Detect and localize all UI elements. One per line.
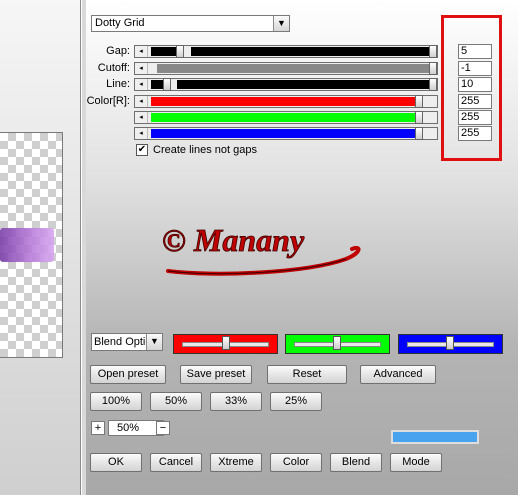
ok-button[interactable]: OK — [90, 453, 142, 472]
preview-image — [0, 228, 54, 262]
highlight-box — [441, 15, 502, 161]
green-channel-slider[interactable] — [285, 334, 390, 354]
cutoff-slider-thumb[interactable] — [429, 62, 437, 75]
create-lines-checkbox[interactable]: ✔ — [136, 144, 148, 156]
color-r-label: Color[R]: — [86, 95, 130, 107]
preview-canvas[interactable] — [0, 132, 63, 358]
zoom-25-button[interactable]: 25% — [270, 392, 322, 411]
arrow-left-icon[interactable]: ◂ — [135, 96, 148, 107]
line-slider[interactable]: ◂ — [134, 78, 438, 91]
line-label: Line: — [106, 78, 130, 90]
open-preset-button[interactable]: Open preset — [90, 365, 166, 384]
gap-slider-end-thumb[interactable] — [429, 45, 437, 58]
chevron-down-icon[interactable]: ▼ — [146, 334, 162, 350]
line-slider-thumb[interactable] — [163, 78, 171, 91]
color-g-slider-thumb[interactable] — [415, 111, 423, 124]
blend-options-value: Blend Optio — [94, 336, 148, 348]
blue-channel-thumb[interactable] — [446, 336, 454, 350]
color-button[interactable]: Color — [270, 453, 322, 472]
zoom-out-button[interactable]: − — [156, 421, 170, 435]
color-r-slider[interactable]: ◂ — [134, 95, 438, 108]
filter-panel: Dotty Grid ▼ Gap: ◂ 5 Cutoff: ◂ -1 Line:… — [86, 0, 518, 495]
green-channel-thumb[interactable] — [333, 336, 341, 350]
color-r-slider-thumb[interactable] — [415, 95, 423, 108]
red-channel-thumb[interactable] — [222, 336, 230, 350]
arrow-left-icon[interactable]: ◂ — [135, 128, 148, 139]
blend-button[interactable]: Blend — [330, 453, 382, 472]
mode-button[interactable]: Mode — [390, 453, 442, 472]
watermark-logo: © Manany — [162, 222, 361, 276]
blend-options-select[interactable]: Blend Optio ▼ — [91, 333, 163, 351]
watermark-text: © Manany — [162, 222, 305, 258]
zoom-50-button[interactable]: 50% — [150, 392, 202, 411]
color-b-slider[interactable]: ◂ — [134, 127, 438, 140]
progress-bar — [391, 430, 479, 444]
arrow-left-icon[interactable]: ◂ — [135, 79, 148, 90]
preset-dropdown-value: Dotty Grid — [95, 17, 145, 29]
line-slider-end-thumb[interactable] — [429, 78, 437, 91]
zoom-33-button[interactable]: 33% — [210, 392, 262, 411]
xtreme-button[interactable]: Xtreme — [210, 453, 262, 472]
advanced-button[interactable]: Advanced — [360, 365, 436, 384]
reset-button[interactable]: Reset — [267, 365, 347, 384]
gap-slider[interactable]: ◂ — [134, 45, 438, 58]
blue-channel-slider[interactable] — [398, 334, 503, 354]
zoom-100-button[interactable]: 100% — [90, 392, 142, 411]
left-panel — [0, 0, 81, 495]
save-preset-button[interactable]: Save preset — [180, 365, 252, 384]
arrow-left-icon[interactable]: ◂ — [135, 112, 148, 123]
color-g-slider[interactable]: ◂ — [134, 111, 438, 124]
color-b-slider-thumb[interactable] — [415, 127, 423, 140]
gap-slider-thumb[interactable] — [176, 45, 184, 58]
preset-dropdown[interactable]: Dotty Grid ▼ — [91, 15, 290, 32]
chevron-down-icon[interactable]: ▼ — [273, 16, 289, 31]
gap-label: Gap: — [106, 45, 130, 57]
create-lines-label: Create lines not gaps — [153, 144, 257, 156]
arrow-left-icon[interactable]: ◂ — [135, 63, 148, 74]
check-icon: ✔ — [137, 144, 147, 155]
cutoff-label: Cutoff: — [97, 62, 130, 74]
red-channel-slider[interactable] — [173, 334, 278, 354]
cutoff-slider[interactable]: ◂ — [134, 62, 438, 75]
cancel-button[interactable]: Cancel — [150, 453, 202, 472]
zoom-in-button[interactable]: + — [91, 421, 105, 435]
arrow-left-icon[interactable]: ◂ — [135, 46, 148, 57]
